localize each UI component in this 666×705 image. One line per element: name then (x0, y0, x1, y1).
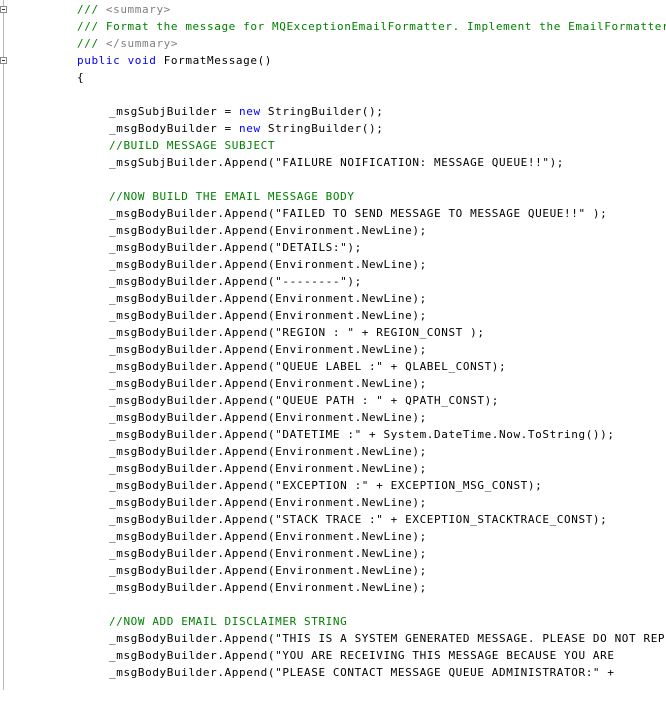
code-line[interactable] (0, 86, 666, 103)
code-line[interactable]: //NOW ADD EMAIL DISCLAIMER STRING (0, 613, 666, 630)
doc-tag-token: <summary> (105, 3, 171, 16)
code-line[interactable]: _msgSubjBuilder = new StringBuilder(); (0, 103, 666, 120)
code-token: _msgBodyBuilder.Append("YOU ARE RECEIVIN… (109, 649, 615, 662)
code-token: _msgBodyBuilder.Append(Environment.NewLi… (109, 462, 427, 475)
code-line[interactable] (0, 596, 666, 613)
code-token: _msgBodyBuilder.Append(Environment.NewLi… (109, 411, 427, 424)
code-line[interactable]: _msgBodyBuilder.Append(Environment.NewLi… (0, 256, 666, 273)
code-line[interactable]: _msgBodyBuilder.Append("DETAILS:"); (0, 239, 666, 256)
code-line[interactable]: _msgBodyBuilder.Append("PLEASE CONTACT M… (0, 664, 666, 681)
code-line[interactable]: _msgBodyBuilder.Append(Environment.NewLi… (0, 307, 666, 324)
code-line[interactable]: _msgBodyBuilder.Append(Environment.NewLi… (0, 562, 666, 579)
code-token: _msgSubjBuilder = (109, 105, 240, 118)
code-line[interactable]: _msgBodyBuilder.Append(Environment.NewLi… (0, 579, 666, 596)
doc-tag-token: </summary> (105, 37, 179, 50)
code-token: _msgBodyBuilder.Append(Environment.NewLi… (109, 224, 427, 237)
code-line[interactable]: _msgBodyBuilder.Append("EXCEPTION :" + E… (0, 477, 666, 494)
code-token: _msgBodyBuilder.Append(Environment.NewLi… (109, 496, 427, 509)
code-line[interactable]: _msgBodyBuilder.Append(Environment.NewLi… (0, 290, 666, 307)
code-token: { (77, 71, 85, 84)
code-line[interactable]: _msgBodyBuilder.Append("DATETIME :" + Sy… (0, 426, 666, 443)
code-token: FormatMessage() (156, 54, 273, 67)
code-line[interactable]: _msgBodyBuilder.Append("QUEUE LABEL :" +… (0, 358, 666, 375)
code-line[interactable]: _msgBodyBuilder.Append(Environment.NewLi… (0, 341, 666, 358)
code-token: _msgBodyBuilder = (109, 122, 240, 135)
code-token: _msgBodyBuilder.Append(Environment.NewLi… (109, 377, 427, 390)
code-token: _msgBodyBuilder.Append("EXCEPTION :" + E… (109, 479, 543, 492)
code-line[interactable]: /// <summary> (0, 1, 666, 18)
code-line[interactable]: /// </summary> (0, 35, 666, 52)
code-token: _msgBodyBuilder.Append("QUEUE PATH : " +… (109, 394, 500, 407)
code-token: _msgSubjBuilder.Append("FAILURE NOIFICAT… (109, 156, 565, 169)
code-token: _msgBodyBuilder.Append(Environment.NewLi… (109, 530, 427, 543)
code-line[interactable]: _msgBodyBuilder.Append("--------"); (0, 273, 666, 290)
keyword-token: new (239, 122, 261, 135)
code-line[interactable]: _msgBodyBuilder.Append(Environment.NewLi… (0, 222, 666, 239)
code-line[interactable]: /// Format the message for MQExceptionEm… (0, 18, 666, 35)
code-line[interactable]: public void FormatMessage() (0, 52, 666, 69)
code-token: _msgBodyBuilder.Append(Environment.NewLi… (109, 445, 427, 458)
code-token: _msgBodyBuilder.Append("REGION : " + REG… (109, 326, 485, 339)
code-token: _msgBodyBuilder.Append("--------"); (109, 275, 362, 288)
code-line[interactable] (0, 171, 666, 188)
code-token: _msgBodyBuilder.Append(Environment.NewLi… (109, 258, 427, 271)
keyword-token: public (77, 54, 121, 67)
code-line[interactable]: _msgBodyBuilder.Append("THIS IS A SYSTEM… (0, 630, 666, 647)
keyword-token: new (239, 105, 261, 118)
code-token: _msgBodyBuilder.Append("PLEASE CONTACT M… (109, 666, 615, 679)
code-token: _msgBodyBuilder.Append("DATETIME :" + Sy… (109, 428, 615, 441)
code-line[interactable]: _msgBodyBuilder.Append("REGION : " + REG… (0, 324, 666, 341)
comment-token: /// Format the message for MQExceptionEm… (77, 20, 666, 33)
code-token: _msgBodyBuilder.Append("DETAILS:"); (109, 241, 362, 254)
comment-token: /// (77, 3, 106, 16)
code-view[interactable]: /// <summary> /// Format the message for … (0, 1, 666, 681)
code-token: _msgBodyBuilder.Append(Environment.NewLi… (109, 564, 427, 577)
code-token: _msgBodyBuilder.Append(Environment.NewLi… (109, 292, 427, 305)
comment-token: //NOW ADD EMAIL DISCLAIMER STRING (109, 615, 348, 628)
code-token: _msgBodyBuilder.Append("QUEUE LABEL :" +… (109, 360, 507, 373)
code-line[interactable]: _msgBodyBuilder.Append("STACK TRACE :" +… (0, 511, 666, 528)
code-token: StringBuilder(); (260, 122, 384, 135)
code-token: StringBuilder(); (260, 105, 384, 118)
code-line[interactable]: _msgBodyBuilder.Append(Environment.NewLi… (0, 375, 666, 392)
code-line[interactable]: //BUILD MESSAGE SUBJECT (0, 137, 666, 154)
code-token: _msgBodyBuilder.Append(Environment.NewLi… (109, 581, 427, 594)
code-line[interactable]: _msgBodyBuilder.Append("FAILED TO SEND M… (0, 205, 666, 222)
code-line[interactable]: _msgBodyBuilder.Append(Environment.NewLi… (0, 494, 666, 511)
code-line[interactable]: _msgBodyBuilder.Append(Environment.NewLi… (0, 528, 666, 545)
code-line[interactable]: _msgBodyBuilder.Append(Environment.NewLi… (0, 460, 666, 477)
code-line[interactable]: _msgSubjBuilder.Append("FAILURE NOIFICAT… (0, 154, 666, 171)
keyword-token: void (127, 54, 157, 67)
code-token: _msgBodyBuilder.Append(Environment.NewLi… (109, 547, 427, 560)
code-token: _msgBodyBuilder.Append(Environment.NewLi… (109, 343, 427, 356)
code-token: _msgBodyBuilder.Append("FAILED TO SEND M… (109, 207, 608, 220)
code-line[interactable]: _msgBodyBuilder.Append(Environment.NewLi… (0, 409, 666, 426)
code-line[interactable]: _msgBodyBuilder.Append("YOU ARE RECEIVIN… (0, 647, 666, 664)
code-line[interactable]: _msgBodyBuilder = new StringBuilder(); (0, 120, 666, 137)
code-line[interactable]: _msgBodyBuilder.Append(Environment.NewLi… (0, 545, 666, 562)
code-line[interactable]: { (0, 69, 666, 86)
code-line[interactable]: _msgBodyBuilder.Append(Environment.NewLi… (0, 443, 666, 460)
code-token: _msgBodyBuilder.Append("STACK TRACE :" +… (109, 513, 608, 526)
code-token: _msgBodyBuilder.Append("THIS IS A SYSTEM… (109, 632, 666, 645)
comment-token: //NOW BUILD THE EMAIL MESSAGE BODY (109, 190, 355, 203)
code-line[interactable]: //NOW BUILD THE EMAIL MESSAGE BODY (0, 188, 666, 205)
comment-token: //BUILD MESSAGE SUBJECT (109, 139, 276, 152)
code-editor[interactable]: /// <summary> /// Format the message for … (0, 0, 666, 705)
code-line[interactable]: _msgBodyBuilder.Append("QUEUE PATH : " +… (0, 392, 666, 409)
code-token: _msgBodyBuilder.Append(Environment.NewLi… (109, 309, 427, 322)
comment-token: /// (77, 37, 106, 50)
